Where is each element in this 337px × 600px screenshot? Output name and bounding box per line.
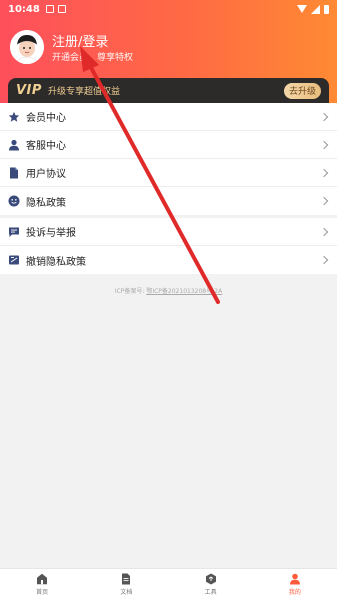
user-icon: [289, 573, 301, 585]
menu-item-complaint-report[interactable]: 投诉与举报: [0, 218, 337, 246]
battery-icon: [324, 4, 329, 14]
icp-number-link[interactable]: 鄂ICP备2021013208号-2A: [146, 288, 222, 295]
menu-group-feedback: 投诉与举报 撤销隐私政策: [0, 218, 337, 274]
menu-label: 用户协议: [26, 169, 66, 180]
vip-banner[interactable]: VIP 升级专享超值权益 去升级: [8, 78, 329, 103]
tab-label: 我的: [288, 589, 301, 596]
chevron-right-icon: [319, 255, 329, 265]
avatar[interactable]: [10, 30, 44, 64]
wifi-icon: [297, 5, 307, 13]
menu-item-member-center[interactable]: 会员中心: [0, 103, 337, 131]
notification-icon: [57, 5, 66, 13]
tab-documents[interactable]: 文档: [84, 569, 168, 600]
upgrade-button[interactable]: 去升级: [284, 82, 321, 99]
tab-home[interactable]: 首页: [0, 569, 84, 600]
notification-icon: [45, 5, 54, 13]
status-bar: 10:48: [0, 0, 337, 18]
smile-icon: [8, 195, 20, 207]
menu-item-privacy-policy[interactable]: 隐私政策: [0, 187, 337, 215]
menu-label: 会员中心: [26, 113, 66, 124]
avatar-face-icon: [10, 30, 44, 64]
icp-record: ICP备案号: 鄂ICP备2021013208号-2A: [0, 286, 337, 295]
tool-icon: [205, 573, 217, 585]
tab-label: 工具: [204, 589, 217, 596]
menu-label: 撤销隐私政策: [26, 256, 86, 268]
signal-icon: [311, 4, 320, 14]
menu-label: 客服中心: [26, 141, 66, 152]
menu-group-account: 会员中心 客服中心 用户协议 隐私政策: [0, 103, 337, 215]
vip-tag: VIP: [16, 83, 42, 98]
document-icon: [8, 167, 20, 179]
chevron-right-icon: [319, 112, 329, 121]
chevron-right-icon: [319, 196, 329, 206]
login-register-link[interactable]: 注册/登录: [52, 31, 108, 50]
menu-item-user-agreement[interactable]: 用户协议: [0, 159, 337, 187]
menu-label: 隐私政策: [26, 197, 66, 209]
revoke-icon: [8, 254, 20, 266]
tab-label: 首页: [36, 589, 49, 596]
status-time: 10:48: [8, 3, 40, 15]
star-icon: [8, 111, 20, 123]
chat-icon: [8, 226, 20, 238]
vip-banner-text: 升级专享超值权益: [47, 87, 120, 97]
tab-label: 文档: [120, 589, 133, 596]
menu-label: 投诉与举报: [26, 228, 76, 239]
home-icon: [36, 573, 48, 585]
doc-icon: [120, 573, 132, 585]
icp-prefix: ICP备案号:: [114, 288, 145, 295]
chevron-right-icon: [319, 168, 329, 177]
person-icon: [8, 139, 20, 151]
tab-mine[interactable]: 我的: [253, 569, 337, 600]
menu-item-revoke-privacy[interactable]: 撤销隐私政策: [0, 246, 337, 274]
bottom-tab-bar: 首页 文档 工具 我的: [0, 568, 337, 600]
menu-item-customer-service[interactable]: 客服中心: [0, 131, 337, 159]
chevron-right-icon: [319, 140, 329, 149]
chevron-right-icon: [319, 227, 329, 236]
tab-tools[interactable]: 工具: [169, 569, 253, 600]
login-subtitle: 开通会员，尊享特权: [52, 53, 134, 63]
